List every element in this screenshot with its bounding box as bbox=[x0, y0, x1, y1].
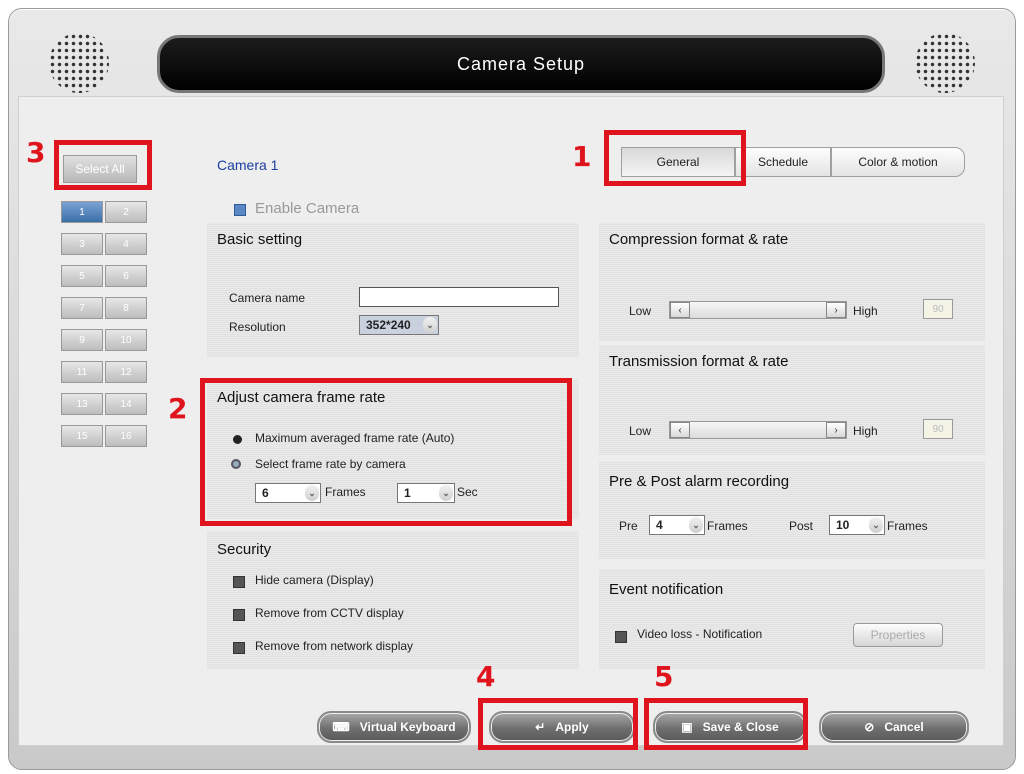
video-loss-label: Video loss - Notification bbox=[637, 627, 763, 641]
event-section: Event notification Video loss - Notifica… bbox=[599, 569, 985, 669]
pre-select[interactable]: 4 ⌄ bbox=[649, 515, 705, 535]
camera-button-13[interactable]: 13 bbox=[61, 393, 103, 415]
cancel-button[interactable]: ⊘ Cancel bbox=[819, 711, 969, 743]
camera-name-input[interactable] bbox=[359, 287, 559, 307]
hide-camera-label: Hide camera (Display) bbox=[255, 573, 374, 587]
basic-setting-title: Basic setting bbox=[217, 231, 303, 248]
callout-number-4: 4 bbox=[476, 660, 496, 693]
tab-color-motion[interactable]: Color & motion bbox=[831, 147, 965, 177]
compression-value: 90 bbox=[923, 299, 953, 319]
remove-network-label: Remove from network display bbox=[255, 639, 414, 653]
pre-value: 4 bbox=[656, 518, 663, 532]
post-unit: Frames bbox=[887, 519, 928, 533]
video-loss-checkbox[interactable] bbox=[615, 631, 627, 643]
compression-low-label: Low bbox=[629, 304, 652, 318]
enable-camera-checkbox[interactable] bbox=[234, 204, 246, 216]
compression-section: Compression format & rate Low ‹ › High 9… bbox=[599, 223, 985, 341]
event-title: Event notification bbox=[609, 581, 724, 598]
post-value: 10 bbox=[836, 518, 850, 532]
compression-high-label: High bbox=[853, 304, 878, 318]
transmission-title: Transmission format & rate bbox=[609, 353, 789, 370]
camera-button-7[interactable]: 7 bbox=[61, 297, 103, 319]
chevron-down-icon: ⌄ bbox=[869, 517, 883, 533]
resolution-select[interactable]: 352*240 ⌄ bbox=[359, 315, 439, 335]
hide-camera-checkbox[interactable] bbox=[233, 576, 245, 588]
alarm-title: Pre & Post alarm recording bbox=[609, 473, 790, 490]
camera-button-5[interactable]: 5 bbox=[61, 265, 103, 287]
camera-button-9[interactable]: 9 bbox=[61, 329, 103, 351]
compression-slider[interactable]: ‹ › bbox=[669, 301, 847, 319]
highlight-box-2 bbox=[200, 378, 572, 526]
camera-button-14[interactable]: 14 bbox=[105, 393, 147, 415]
tab-schedule[interactable]: Schedule bbox=[735, 147, 831, 177]
pre-label: Pre bbox=[619, 519, 638, 533]
chevron-right-icon[interactable]: › bbox=[826, 422, 846, 438]
camera-button-2[interactable]: 2 bbox=[105, 201, 147, 223]
speaker-grille-right bbox=[915, 33, 975, 93]
pre-unit: Frames bbox=[707, 519, 748, 533]
resolution-value: 352*240 bbox=[366, 318, 411, 332]
highlight-box-1 bbox=[604, 130, 746, 186]
transmission-value: 90 bbox=[923, 419, 953, 439]
properties-button[interactable]: Properties bbox=[853, 623, 943, 647]
chevron-left-icon[interactable]: ‹ bbox=[670, 302, 690, 318]
transmission-section: Transmission format & rate Low ‹ › High … bbox=[599, 345, 985, 455]
camera-button-6[interactable]: 6 bbox=[105, 265, 147, 287]
camera-button-15[interactable]: 15 bbox=[61, 425, 103, 447]
callout-number-5: 5 bbox=[654, 660, 674, 693]
window-title: Camera Setup bbox=[157, 35, 885, 93]
camera-button-4[interactable]: 4 bbox=[105, 233, 147, 255]
virtual-keyboard-button[interactable]: ⌨ Virtual Keyboard bbox=[317, 711, 471, 743]
highlight-box-4 bbox=[478, 698, 638, 750]
post-label: Post bbox=[789, 519, 814, 533]
transmission-high-label: High bbox=[853, 424, 878, 438]
highlight-box-5 bbox=[644, 698, 808, 750]
camera-button-10[interactable]: 10 bbox=[105, 329, 147, 351]
speaker-grille-left bbox=[49, 33, 109, 93]
camera-button-16[interactable]: 16 bbox=[105, 425, 147, 447]
security-title: Security bbox=[217, 541, 272, 558]
transmission-low-label: Low bbox=[629, 424, 652, 438]
chevron-down-icon: ⌄ bbox=[689, 517, 703, 533]
camera-name-label: Camera name bbox=[229, 291, 306, 305]
transmission-slider[interactable]: ‹ › bbox=[669, 421, 847, 439]
virtual-keyboard-label: Virtual Keyboard bbox=[359, 720, 456, 734]
chevron-right-icon[interactable]: › bbox=[826, 302, 846, 318]
keyboard-icon: ⌨ bbox=[332, 720, 350, 734]
camera-button-11[interactable]: 11 bbox=[61, 361, 103, 383]
cancel-label: Cancel bbox=[884, 720, 924, 734]
callout-number-1: 1 bbox=[572, 140, 592, 173]
chevron-down-icon: ⌄ bbox=[423, 317, 437, 333]
callout-number-3: 3 bbox=[26, 136, 46, 169]
remove-cctv-checkbox[interactable] bbox=[233, 609, 245, 621]
camera-button-1[interactable]: 1 bbox=[61, 201, 103, 223]
cancel-icon: ⊘ bbox=[864, 720, 875, 734]
alarm-section: Pre & Post alarm recording Pre 4 ⌄ Frame… bbox=[599, 461, 985, 559]
remove-network-checkbox[interactable] bbox=[233, 642, 245, 654]
camera-button-8[interactable]: 8 bbox=[105, 297, 147, 319]
camera-title: Camera 1 bbox=[217, 157, 279, 173]
basic-setting-section: Basic setting Camera name Resolution 352… bbox=[207, 223, 579, 357]
highlight-box-3 bbox=[54, 140, 152, 190]
camera-button-3[interactable]: 3 bbox=[61, 233, 103, 255]
post-select[interactable]: 10 ⌄ bbox=[829, 515, 885, 535]
camera-button-12[interactable]: 12 bbox=[105, 361, 147, 383]
compression-title: Compression format & rate bbox=[609, 231, 789, 248]
callout-number-2: 2 bbox=[168, 392, 188, 425]
remove-cctv-label: Remove from CCTV display bbox=[255, 606, 404, 620]
security-section: Security Hide camera (Display) Remove fr… bbox=[207, 531, 579, 669]
chevron-left-icon[interactable]: ‹ bbox=[670, 422, 690, 438]
resolution-label: Resolution bbox=[229, 320, 286, 334]
enable-camera-label: Enable Camera bbox=[255, 200, 360, 217]
